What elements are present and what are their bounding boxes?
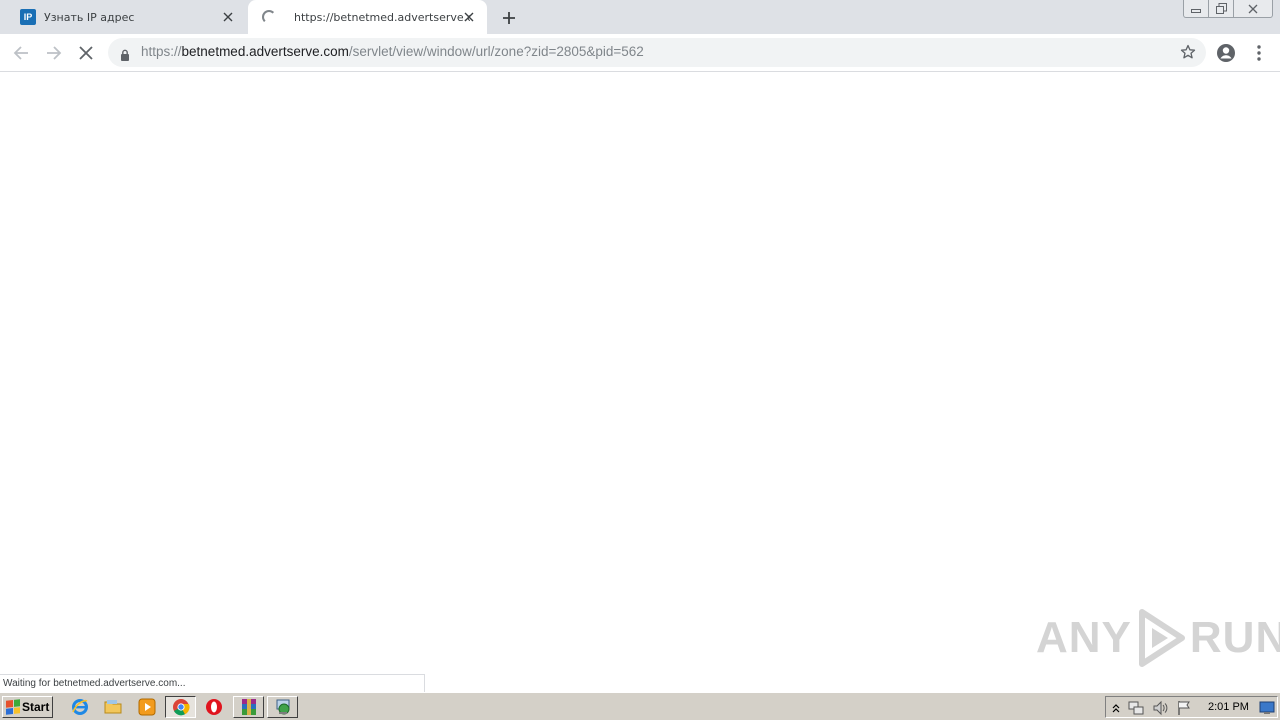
folder-icon[interactable]: [103, 697, 123, 717]
show-desktop-icon[interactable]: [1259, 700, 1275, 716]
stop-button[interactable]: [72, 39, 100, 67]
network-icon[interactable]: [1128, 700, 1144, 716]
restore-button[interactable]: [1208, 0, 1234, 18]
plus-icon: [503, 12, 515, 24]
minimize-button[interactable]: [1183, 0, 1209, 18]
media-player-icon[interactable]: [137, 697, 157, 717]
clock: 2:01 PM: [1208, 701, 1249, 713]
windows-flag-icon: [6, 699, 20, 715]
url-scheme: https://: [141, 44, 182, 59]
url-host: betnetmed.advertserve.com: [181, 44, 349, 59]
tab-uznat-ip[interactable]: IP Узнать IP адрес: [8, 0, 246, 34]
status-bubble: Waiting for betnetmed.advertserve.com...: [0, 674, 425, 692]
winrar-taskbar-button[interactable]: [233, 696, 264, 718]
stop-x-icon: [79, 46, 93, 60]
show-hidden-icon[interactable]: [1108, 700, 1124, 716]
close-icon[interactable]: [461, 9, 477, 25]
browser-toolbar: https://betnetmed.advertserve.com/servle…: [0, 34, 1280, 72]
play-logo-icon: [1138, 609, 1185, 667]
flag-icon[interactable]: [1176, 700, 1192, 716]
restore-icon: [1215, 3, 1227, 14]
profile-button[interactable]: [1212, 39, 1240, 67]
network-globe-icon: [276, 699, 289, 715]
new-tab-button[interactable]: [498, 7, 520, 29]
internet-explorer-icon[interactable]: [70, 697, 90, 717]
page-content: [0, 72, 1280, 692]
url-path: /servlet/view/window/url/zone?zid=2805&p…: [348, 44, 644, 59]
winrar-icon: [241, 699, 256, 715]
address-bar[interactable]: https://betnetmed.advertserve.com/servle…: [108, 38, 1206, 67]
lock-icon: [120, 46, 130, 65]
loading-spinner-icon: [262, 10, 276, 24]
watermark-right: RUN: [1189, 613, 1280, 662]
anyrun-watermark: ANY RUN: [1036, 606, 1280, 670]
arrow-right-icon: [47, 46, 62, 60]
system-tray: 2:01 PM: [1105, 696, 1278, 718]
account-icon: [1217, 44, 1235, 62]
close-icon: [1248, 4, 1258, 13]
kebab-menu-icon: [1257, 45, 1261, 61]
bookmark-star-icon[interactable]: [1180, 44, 1196, 64]
tab-title: https://betnetmed.advertserve.com: [294, 10, 470, 24]
network-taskbar-button[interactable]: [267, 696, 298, 718]
tab-strip: IP Узнать IP адрес https://betnetmed.adv…: [0, 0, 1280, 34]
volume-icon[interactable]: [1152, 700, 1168, 716]
url-text[interactable]: https://betnetmed.advertserve.com/servle…: [141, 44, 644, 59]
chrome-icon: [172, 699, 190, 716]
forward-button[interactable]: [40, 39, 68, 67]
close-icon[interactable]: [220, 9, 236, 25]
start-button[interactable]: Start: [2, 696, 53, 718]
tab-title: Узнать IP адрес: [44, 10, 135, 24]
menu-button[interactable]: [1245, 39, 1273, 67]
arrow-left-icon: [13, 46, 28, 60]
back-button[interactable]: [7, 39, 35, 67]
watermark-left: ANY: [1036, 613, 1132, 662]
start-label: Start: [22, 700, 50, 714]
window-close-button[interactable]: [1233, 0, 1273, 18]
minimize-icon: [1191, 8, 1201, 13]
chrome-taskbar-button[interactable]: [165, 696, 196, 718]
tab-advertserve[interactable]: https://betnetmed.advertserve.com: [248, 0, 487, 34]
taskbar: Start 2:01 PM: [0, 692, 1280, 720]
opera-icon[interactable]: [204, 697, 224, 717]
ip-favicon-icon: IP: [20, 9, 36, 25]
